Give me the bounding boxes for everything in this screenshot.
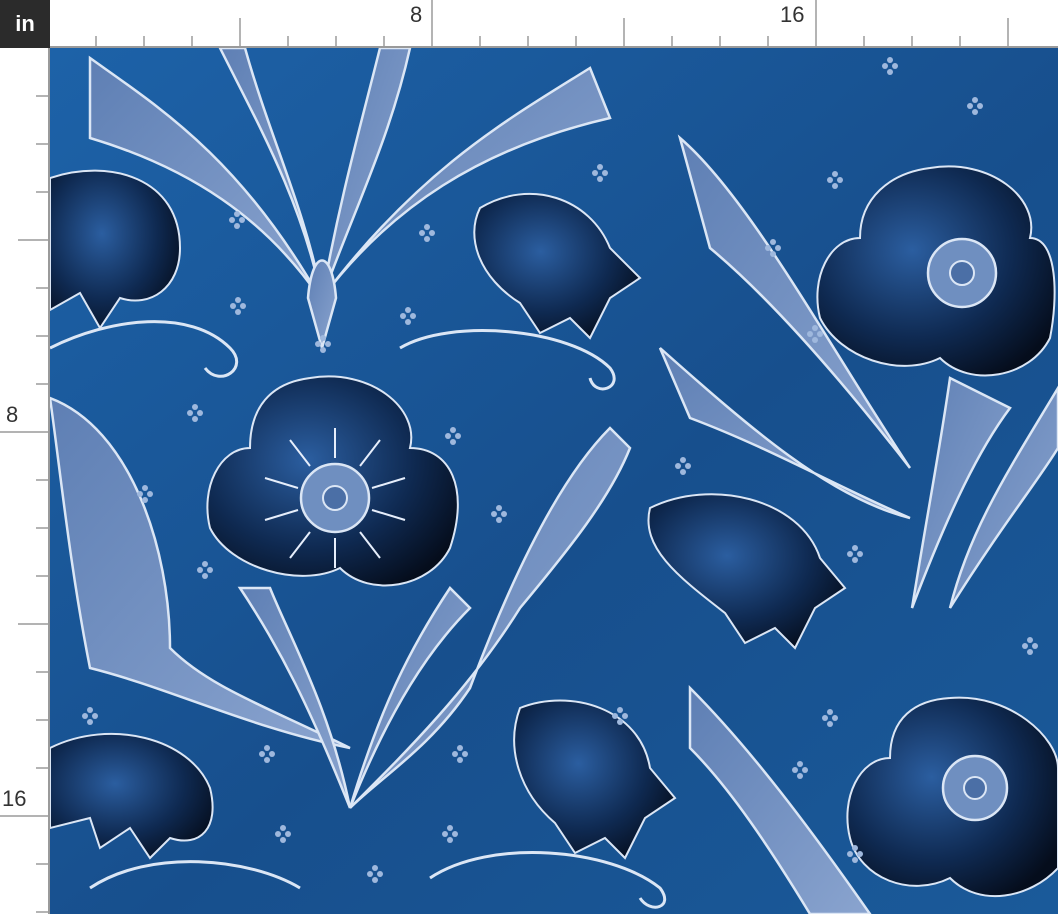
horizontal-ruler-ticks [95, 0, 1009, 48]
vertical-ruler: 8 16 [0, 48, 50, 914]
vertical-ruler-ticks [0, 95, 50, 913]
ruler-left-label-16: 16 [2, 786, 27, 811]
unit-toggle-button[interactable]: in [0, 0, 50, 48]
fabric-pattern-preview [50, 48, 1058, 914]
horizontal-ruler: 8 16 [50, 0, 1058, 48]
ruler-left-label-8: 8 [6, 402, 19, 427]
ruler-top-label-8: 8 [410, 2, 423, 27]
damask-floral-pattern [50, 48, 1058, 914]
ruler-top-label-16: 16 [780, 2, 805, 27]
